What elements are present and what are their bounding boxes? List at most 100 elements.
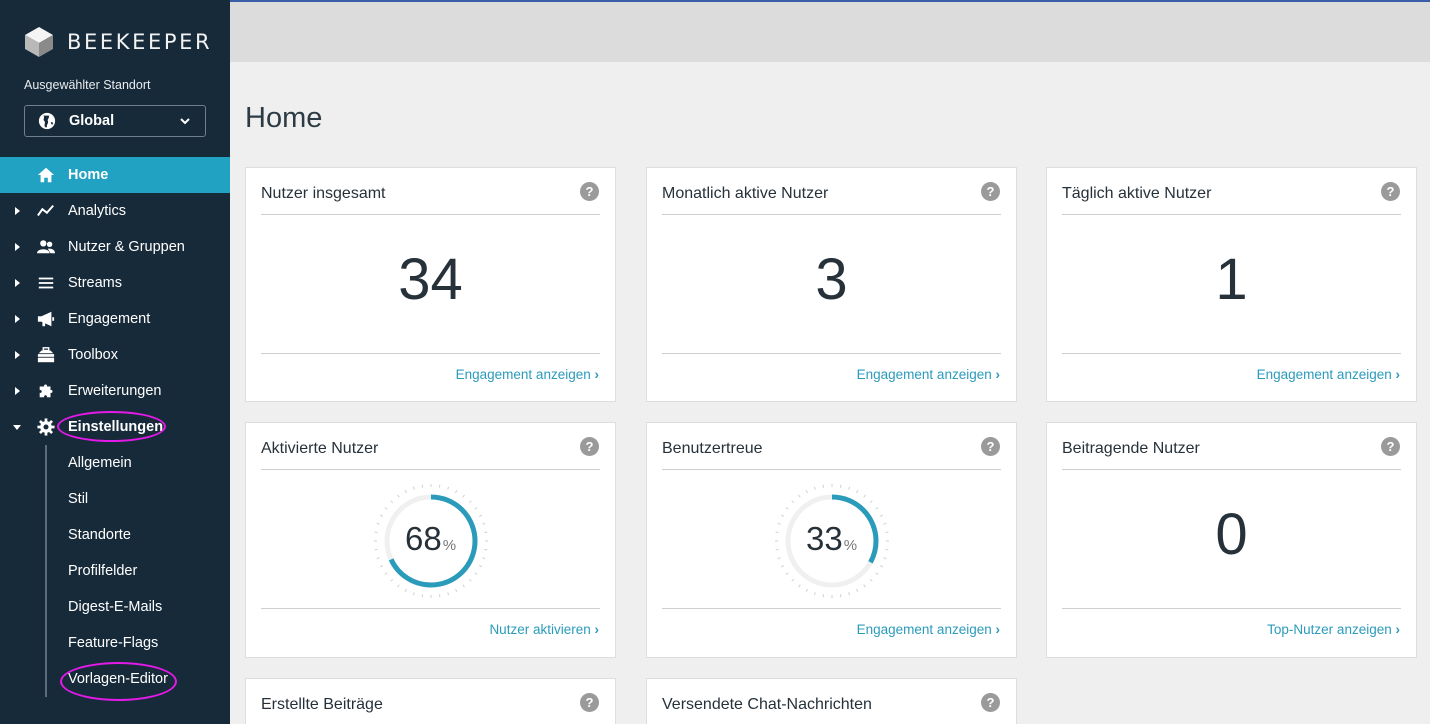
location-select[interactable]: Global <box>24 105 206 137</box>
chevron-right-icon: › <box>1395 622 1401 637</box>
card-title: Monatlich aktive Nutzer <box>662 185 829 202</box>
nav-item-home[interactable]: Home <box>0 157 230 193</box>
gauge-value: 33% <box>805 520 858 557</box>
card-title: Aktivierte Nutzer <box>261 440 379 457</box>
help-icon[interactable]: ? <box>981 693 1000 712</box>
divider <box>662 608 1001 609</box>
card-link[interactable]: Nutzer aktivieren › <box>489 622 599 637</box>
nav-label: Nutzer & Gruppen <box>68 239 185 255</box>
nav-label: Home <box>68 167 109 183</box>
settings-item-style[interactable]: Stil <box>0 481 230 517</box>
brand-name: BEEKEEPER <box>67 30 213 54</box>
help-icon[interactable]: ? <box>1381 182 1400 201</box>
nav-item-analytics[interactable]: Analytics <box>0 193 230 229</box>
caret-right-icon <box>15 351 20 359</box>
card-title: Benutzertreue <box>662 440 763 457</box>
nav-item-users[interactable]: Nutzer & Gruppen <box>0 229 230 265</box>
card-retention: Benutzertreue ? 33% Engagement anzeigen … <box>646 422 1017 658</box>
caret-right-icon <box>15 315 20 323</box>
help-icon[interactable]: ? <box>1381 437 1400 456</box>
top-bar <box>230 0 1430 62</box>
caret-right-icon <box>15 279 20 287</box>
divider <box>261 353 600 354</box>
card-link[interactable]: Top-Nutzer anzeigen › <box>1267 622 1400 637</box>
sidebar: BEEKEEPER Ausgewählter Standort Global H… <box>0 0 230 724</box>
card-title: Beitragende Nutzer <box>1062 440 1200 457</box>
divider <box>261 608 600 609</box>
location-label: Ausgewählter Standort <box>24 78 151 92</box>
card-title: Nutzer insgesamt <box>261 185 386 202</box>
divider <box>261 214 600 215</box>
nav-item-toolbox[interactable]: Toolbox <box>0 337 230 373</box>
streams-icon <box>36 273 56 293</box>
nav-item-streams[interactable]: Streams <box>0 265 230 301</box>
help-icon[interactable]: ? <box>981 182 1000 201</box>
submenu-divider <box>45 445 47 697</box>
nav-label: Einstellungen <box>68 419 164 435</box>
card-title: Täglich aktive Nutzer <box>1062 185 1212 202</box>
nav-item-settings[interactable]: Einstellungen <box>0 409 230 445</box>
card-contributing-users: Beitragende Nutzer ? 0 Top-Nutzer anzeig… <box>1046 422 1417 658</box>
divider <box>1062 608 1401 609</box>
settings-item-digest-emails[interactable]: Digest-E-Mails <box>0 589 230 625</box>
nav-label: Erweiterungen <box>68 383 162 399</box>
card-activated-users: Aktivierte Nutzer ? 68% Nutzer aktiviere… <box>245 422 616 658</box>
caret-right-icon <box>15 207 20 215</box>
puzzle-icon <box>36 381 56 401</box>
divider <box>1062 469 1401 470</box>
metric-value: 3 <box>815 247 848 312</box>
nav-label: Toolbox <box>68 347 118 363</box>
card-title: Erstellte Beiträge <box>261 696 383 713</box>
card-link[interactable]: Engagement anzeigen › <box>857 367 1000 382</box>
card-daily-active-users: Täglich aktive Nutzer ? 1 Engagement anz… <box>1046 167 1417 402</box>
divider <box>662 469 1001 470</box>
nav-label: Streams <box>68 275 122 291</box>
card-link[interactable]: Engagement anzeigen › <box>1257 367 1400 382</box>
settings-item-feature-flags[interactable]: Feature-Flags <box>0 625 230 661</box>
divider <box>1062 353 1401 354</box>
gauge-value: 68% <box>404 520 457 557</box>
caret-down-icon <box>13 425 21 430</box>
metric-value: 0 <box>1215 502 1248 567</box>
divider <box>662 353 1001 354</box>
analytics-icon <box>36 201 56 221</box>
card-chat-messages-sent: Versendete Chat-Nachrichten ? <box>646 678 1017 724</box>
metric-value: 1 <box>1215 247 1248 312</box>
settings-item-template-editor[interactable]: Vorlagen-Editor <box>0 661 230 697</box>
beekeeper-logo[interactable]: BEEKEEPER <box>24 26 212 58</box>
divider <box>662 214 1001 215</box>
help-icon[interactable]: ? <box>580 437 599 456</box>
globe-icon <box>38 112 56 130</box>
divider <box>261 469 600 470</box>
chevron-right-icon: › <box>594 367 600 382</box>
chevron-right-icon: › <box>995 367 1001 382</box>
card-link[interactable]: Engagement anzeigen › <box>456 367 599 382</box>
help-icon[interactable]: ? <box>981 437 1000 456</box>
divider <box>1062 214 1401 215</box>
gear-icon <box>36 417 56 437</box>
settings-item-profile-fields[interactable]: Profilfelder <box>0 553 230 589</box>
chevron-right-icon: › <box>1395 367 1401 382</box>
card-monthly-active-users: Monatlich aktive Nutzer ? 3 Engagement a… <box>646 167 1017 402</box>
help-icon[interactable]: ? <box>580 693 599 712</box>
card-link[interactable]: Engagement anzeigen › <box>857 622 1000 637</box>
chevron-right-icon: › <box>594 622 600 637</box>
main-nav: Home Analytics Nutzer & Gruppen Streams <box>0 157 230 697</box>
nav-label: Analytics <box>68 203 127 219</box>
settings-submenu: Allgemein Stil Standorte Profilfelder Di… <box>0 445 230 697</box>
help-icon[interactable]: ? <box>580 182 599 201</box>
card-total-users: Nutzer insgesamt ? 34 Engagement anzeige… <box>245 167 616 402</box>
chevron-right-icon: › <box>995 622 1001 637</box>
toolbox-icon <box>36 345 56 365</box>
page-title: Home <box>245 102 323 134</box>
metric-value: 34 <box>398 247 463 312</box>
home-icon <box>36 165 56 185</box>
location-value: Global <box>69 113 115 129</box>
nav-item-engagement[interactable]: Engagement <box>0 301 230 337</box>
cube-logo-icon <box>25 27 53 57</box>
nav-item-extensions[interactable]: Erweiterungen <box>0 373 230 409</box>
settings-item-general[interactable]: Allgemein <box>0 445 230 481</box>
chevron-down-icon <box>180 118 190 125</box>
megaphone-icon <box>36 309 56 329</box>
settings-item-locations[interactable]: Standorte <box>0 517 230 553</box>
